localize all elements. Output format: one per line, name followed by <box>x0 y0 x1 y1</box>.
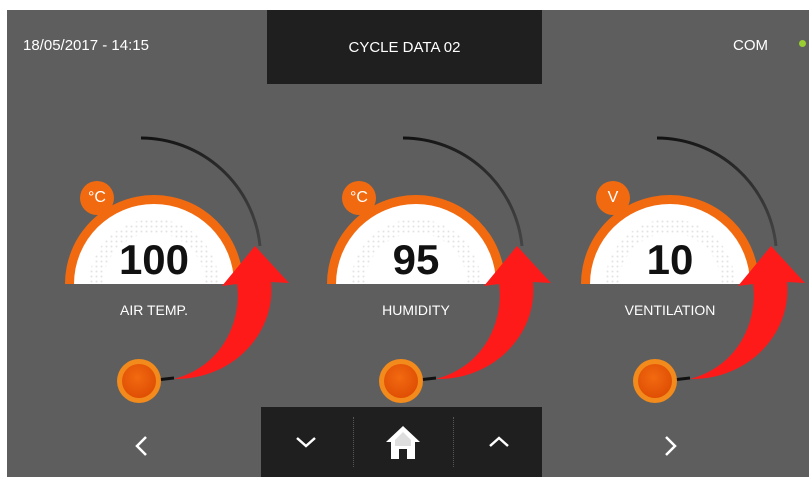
nav-divider <box>353 417 354 467</box>
gauge-value: 95 <box>392 236 440 283</box>
gauge-label: VENTILATION <box>624 302 716 318</box>
unit-badge: V <box>596 181 630 215</box>
chevron-up-icon <box>488 436 509 447</box>
home-icon <box>386 426 420 459</box>
scroll-up-button[interactable] <box>455 407 542 477</box>
datetime: 18/05/2017 - 14:15 <box>23 37 149 54</box>
gauge-label: HUMIDITY <box>382 302 450 318</box>
gauge-air-temp: °C 100 AIR TEMP. <box>44 134 294 404</box>
nav-divider <box>453 417 454 467</box>
page-title: CYCLE DATA 02 <box>267 10 542 84</box>
gauge-value: 10 <box>646 236 694 283</box>
gauge-knob[interactable] <box>379 359 423 403</box>
gauge-knob[interactable] <box>117 359 161 403</box>
chevron-left-icon <box>135 436 147 456</box>
next-button[interactable] <box>650 426 690 466</box>
com-status-indicator <box>799 40 806 47</box>
screen: 18/05/2017 - 14:15 CYCLE DATA 02 COM °C <box>7 10 809 477</box>
unit-badge: °C <box>80 181 114 215</box>
com-label: COM <box>733 37 768 54</box>
bottom-nav-bar <box>261 407 542 477</box>
unit-badge: °C <box>342 181 376 215</box>
chevron-right-icon <box>665 436 677 456</box>
prev-button[interactable] <box>122 426 162 466</box>
gauge-humidity: °C 95 HUMIDITY <box>306 134 556 404</box>
gauge-label: AIR TEMP. <box>120 302 188 318</box>
gauge-knob[interactable] <box>633 359 677 403</box>
home-button[interactable] <box>355 407 451 477</box>
gauge-ventilation: V 10 VENTILATION <box>560 134 809 404</box>
chevron-down-icon <box>296 437 316 448</box>
scroll-down-button[interactable] <box>261 407 351 477</box>
gauge-value: 100 <box>118 236 190 283</box>
page-title-text: CYCLE DATA 02 <box>348 38 461 56</box>
